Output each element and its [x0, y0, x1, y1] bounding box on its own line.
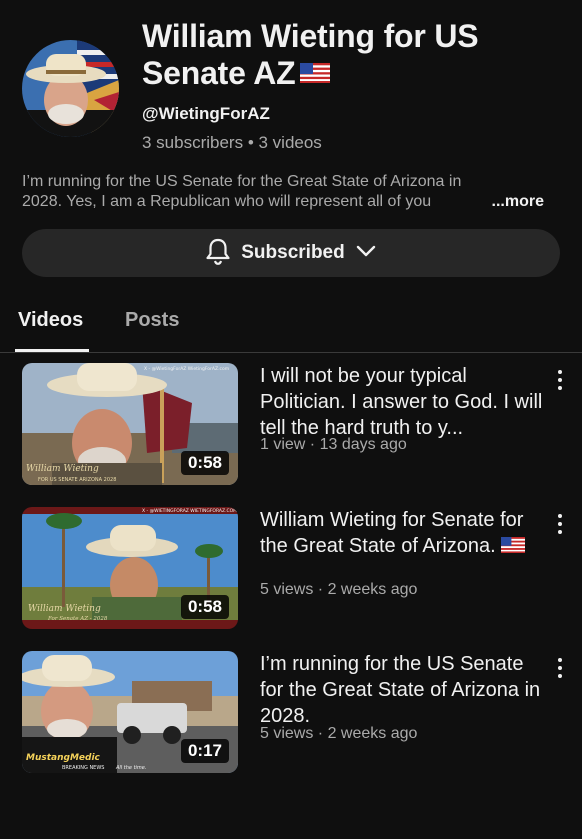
video-meta: 5 views · 2 weeks ago — [260, 581, 418, 598]
video-thumbnail[interactable]: MustangMedic BREAKING NEWS All the time.… — [22, 651, 238, 773]
more-options-icon[interactable] — [552, 656, 568, 680]
subscribed-button[interactable]: Subscribed — [22, 229, 560, 277]
video-title[interactable]: I will not be your typical Politician. I… — [260, 363, 545, 441]
description-line-2: 2028. Yes, I am a Republican who will re… — [22, 193, 432, 210]
thumb-caption: William Wieting — [26, 464, 99, 474]
thumb-subcaption: For Senate AZ - 2028 — [47, 616, 108, 622]
description-line-1: I’m running for the US Senate for the Gr… — [22, 173, 462, 190]
video-item[interactable]: X - @WIETINGFORAZ WIETINGFORAZ.COM Willi… — [22, 507, 582, 631]
description-line-2-wrap: 2028. Yes, I am a Republican who will re… — [22, 192, 552, 212]
tab-videos[interactable]: Videos — [18, 309, 83, 332]
video-duration: 0:58 — [180, 451, 229, 475]
thumb-top-text: X - @WietingForAZ WietingForAZ.com — [144, 366, 229, 372]
video-duration: 0:17 — [180, 739, 229, 763]
avatar-image — [22, 40, 119, 137]
video-meta: 5 views · 2 weeks ago — [260, 725, 418, 742]
thumb-top-text: X - @WIETINGFORAZ WIETINGFORAZ.COM — [142, 508, 237, 514]
video-title[interactable]: William Wieting for Senate for the Great… — [260, 507, 545, 559]
video-title-text: William Wieting for Senate for the Great… — [260, 509, 524, 557]
thumb-subcaption: FOR US SENATE ARIZONA 2028 — [38, 477, 116, 483]
active-tab-indicator — [15, 349, 89, 352]
channel-header: William Wieting for US Senate AZ @Wietin… — [22, 18, 562, 158]
channel-avatar[interactable] — [22, 40, 119, 137]
chevron-down-icon — [355, 244, 377, 263]
thumb-subcaption: BREAKING NEWS — [62, 765, 104, 771]
more-options-icon[interactable] — [552, 368, 568, 392]
channel-handle: @WietingForAZ — [142, 104, 270, 123]
us-flag-icon — [501, 535, 526, 557]
video-thumbnail[interactable]: William Wieting FOR US SENATE ARIZONA 20… — [22, 363, 238, 485]
video-title[interactable]: I’m running for the US Senate for the Gr… — [260, 651, 545, 729]
thumb-caption: MustangMedic — [26, 753, 101, 763]
thumb-tail: All the time. — [115, 765, 146, 771]
video-thumbnail[interactable]: X - @WIETINGFORAZ WIETINGFORAZ.COM Willi… — [22, 507, 238, 629]
video-item[interactable]: William Wieting FOR US SENATE ARIZONA 20… — [22, 363, 582, 487]
more-options-icon[interactable] — [552, 512, 568, 536]
us-flag-icon — [299, 54, 330, 91]
bell-icon — [205, 237, 231, 270]
subscribed-label: Subscribed — [241, 242, 345, 263]
thumb-caption: William Wieting — [28, 604, 101, 614]
tab-posts[interactable]: Posts — [125, 309, 179, 332]
more-link[interactable]: ...more — [457, 192, 544, 212]
channel-tabs: Videos Posts — [0, 300, 582, 353]
video-meta: 1 view · 13 days ago — [260, 436, 407, 453]
video-duration: 0:58 — [180, 595, 229, 619]
channel-stats: 3 subscribers • 3 videos — [142, 133, 322, 152]
video-item[interactable]: MustangMedic BREAKING NEWS All the time.… — [22, 651, 582, 775]
channel-title: William Wieting for US Senate AZ — [142, 18, 542, 94]
channel-description[interactable]: I’m running for the US Senate for the Gr… — [22, 172, 552, 212]
